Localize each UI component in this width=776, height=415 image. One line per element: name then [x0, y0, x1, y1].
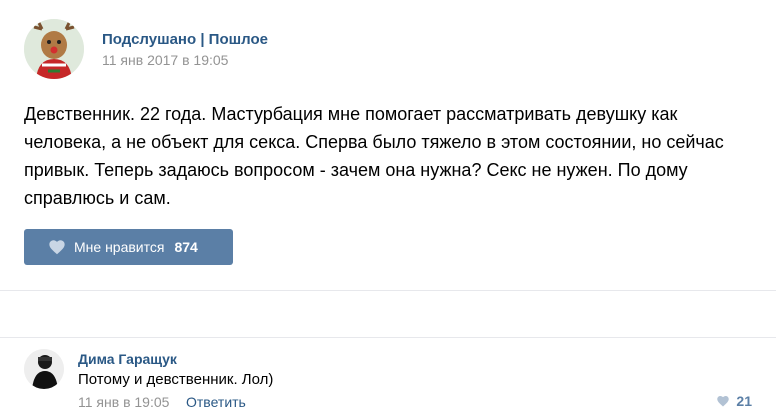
- heart-icon: [49, 240, 65, 255]
- divider: [0, 337, 776, 338]
- like-label: Мне нравится: [74, 239, 165, 255]
- post-author-link[interactable]: Подслушано | Пошлое: [102, 31, 268, 48]
- post-date[interactable]: 11 янв 2017 в 19:05: [102, 52, 228, 68]
- spacer: [0, 291, 776, 337]
- comment-date[interactable]: 11 янв в 19:05: [78, 394, 169, 410]
- group-avatar[interactable]: [24, 19, 84, 79]
- heart-icon: [717, 395, 730, 407]
- comment-like-count: 21: [736, 393, 752, 409]
- comment-author-link[interactable]: Дима Гаращук: [78, 351, 177, 367]
- post-text: Девственник. 22 года. Мастурбация мне по…: [24, 104, 724, 208]
- comment-avatar[interactable]: [24, 349, 64, 389]
- comment-like-button[interactable]: 21: [716, 393, 752, 409]
- post: Подслушано | Пошлое 11 янв 2017 в 19:05 …: [0, 0, 776, 290]
- like-count: 874: [174, 239, 198, 255]
- like-button[interactable]: Мне нравится 874: [24, 229, 233, 265]
- comment-text: Потому и девственник. Лол): [78, 371, 274, 388]
- reply-link[interactable]: Ответить: [186, 394, 246, 410]
